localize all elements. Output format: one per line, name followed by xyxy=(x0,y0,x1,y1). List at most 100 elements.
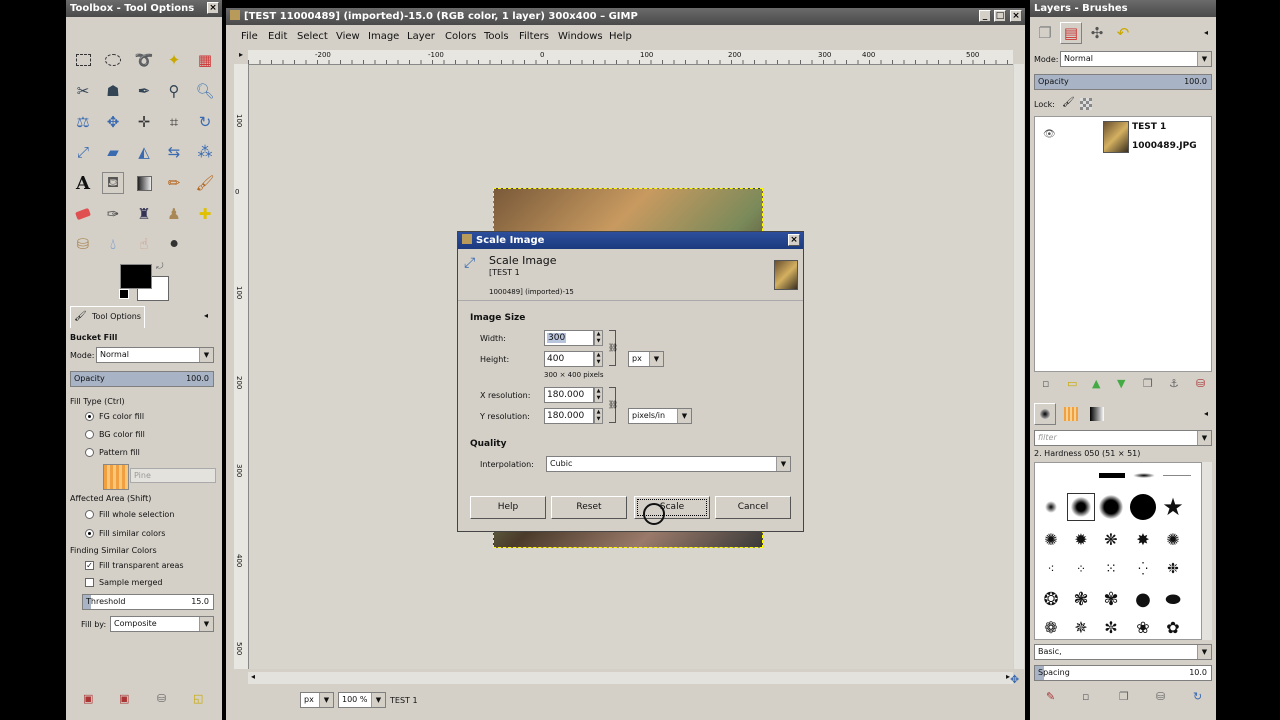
brushes-tab-icon[interactable] xyxy=(1034,403,1056,425)
unit-select[interactable]: px ▼ xyxy=(300,692,334,708)
brush-scatter-5[interactable]: ❉ xyxy=(1159,555,1187,583)
menu-image[interactable]: Image xyxy=(368,31,399,42)
vertical-ruler[interactable]: 100 0 100 200 300 400 500 xyxy=(234,64,249,669)
sample-merged-checkbox[interactable] xyxy=(85,578,94,587)
duplicate-brush-icon[interactable]: ❐ xyxy=(1119,690,1129,703)
brush-star[interactable]: ★ xyxy=(1159,493,1187,521)
ellipse-select-icon[interactable] xyxy=(102,49,124,71)
foreground-select-icon[interactable]: ☗ xyxy=(102,80,124,102)
restore-options-icon[interactable]: ▣ xyxy=(119,692,129,705)
fg-fill-radio[interactable] xyxy=(85,412,94,421)
tool-options-tab[interactable]: 🖌︎ Tool Options xyxy=(70,306,145,328)
menu-filters[interactable]: Filters xyxy=(519,31,549,42)
brush-texture-2[interactable]: ❃ xyxy=(1067,585,1095,613)
paths-icon[interactable]: ✒ xyxy=(133,80,155,102)
xres-spin-button[interactable]: ▲ ▼ xyxy=(594,387,603,403)
menu-view[interactable]: View xyxy=(336,31,360,42)
new-brush-icon[interactable]: ▫ xyxy=(1082,690,1089,703)
brush-scatter-2[interactable]: ⁘ xyxy=(1067,555,1095,583)
interpolation-select[interactable]: Cubic ▼ xyxy=(546,456,791,472)
dock-menu-icon[interactable]: ◂ xyxy=(1204,28,1208,37)
move-icon[interactable]: ✥ xyxy=(102,111,124,133)
menu-colors[interactable]: Colors xyxy=(445,31,476,42)
eraser-icon[interactable] xyxy=(72,203,94,225)
layers-tab-icon[interactable]: ❐ xyxy=(1034,22,1056,44)
brush-fuzzy-large[interactable] xyxy=(1097,493,1125,521)
delete-brush-icon[interactable]: ⛁ xyxy=(1156,690,1165,703)
brush-line-1[interactable] xyxy=(1099,473,1125,478)
minimize-button[interactable]: _ xyxy=(979,10,991,22)
clone-icon[interactable]: ♟ xyxy=(163,203,185,225)
brush-scatter-4[interactable]: ⁛ xyxy=(1129,555,1157,583)
delete-options-icon[interactable]: ⛁ xyxy=(157,692,166,705)
pattern-name-field[interactable]: Pine xyxy=(130,468,216,483)
toolbox-titlebar[interactable]: Toolbox - Tool Options × xyxy=(66,0,222,17)
res-unit-select[interactable]: pixels/in ▼ xyxy=(628,408,692,424)
brush-scatter-3[interactable]: ⁙ xyxy=(1097,555,1125,583)
text-icon[interactable]: A xyxy=(72,172,94,194)
spacing-slider[interactable]: Spacing 10.0 xyxy=(1034,665,1212,681)
menu-select[interactable]: Select xyxy=(297,31,328,42)
crop-icon[interactable]: ⌗ xyxy=(163,111,185,133)
xres-input[interactable]: 180.000 xyxy=(544,387,594,403)
ink-icon[interactable]: ♜ xyxy=(133,203,155,225)
swap-colors-icon[interactable]: ⤾ xyxy=(156,262,164,272)
ruler-corner[interactable]: ▸ xyxy=(234,50,248,64)
edit-brush-icon[interactable]: ✎ xyxy=(1046,690,1055,703)
bg-fill-radio[interactable] xyxy=(85,430,94,439)
menu-tools[interactable]: Tools xyxy=(484,31,509,42)
res-chain-link-icon[interactable]: ⛓︎ xyxy=(608,387,618,423)
refresh-brushes-icon[interactable]: ↻ xyxy=(1193,690,1202,703)
fuzzy-select-icon[interactable]: ✦ xyxy=(163,49,185,71)
yres-spin-button[interactable]: ▲ ▼ xyxy=(594,408,603,424)
brush-line-3[interactable] xyxy=(1163,475,1191,476)
layer-row[interactable]: 👁︎ TEST 1 1000489.JPG xyxy=(1035,117,1211,155)
mode-select[interactable]: Normal ▼ xyxy=(96,347,214,363)
brush-texture-4[interactable]: ● xyxy=(1129,585,1157,613)
color-select-icon[interactable]: ▦ xyxy=(194,49,216,71)
free-select-icon[interactable]: ➰ xyxy=(133,49,155,71)
toolbox-close-button[interactable]: × xyxy=(207,2,219,14)
layer-mode-select[interactable]: Normal ▼ xyxy=(1060,51,1212,67)
new-layer-icon[interactable]: ▫ xyxy=(1042,377,1049,390)
brush-splatter-4[interactable]: ✸ xyxy=(1129,525,1157,553)
measure-icon[interactable]: ⚖ xyxy=(72,111,94,133)
gradients-tab-icon[interactable] xyxy=(1086,403,1108,425)
dodge-burn-icon[interactable]: ⚫ xyxy=(163,233,185,255)
horizontal-scrollbar[interactable]: ◂ ▸ xyxy=(248,672,1013,684)
fg-color-swatch[interactable] xyxy=(120,264,152,289)
menu-windows[interactable]: Windows xyxy=(558,31,603,42)
navigate-icon[interactable]: ✥ xyxy=(1010,673,1019,686)
scale-icon[interactable]: ⤢ xyxy=(72,141,94,163)
tool-options-menu-icon[interactable]: ◂ xyxy=(204,311,208,320)
brush-splatter-2[interactable]: ✹ xyxy=(1067,525,1095,553)
brushes-menu-icon[interactable]: ◂ xyxy=(1204,409,1208,418)
height-spin-button[interactable]: ▲ ▼ xyxy=(594,351,603,367)
brush-splatter-5[interactable]: ✺ xyxy=(1159,525,1187,553)
rect-select-icon[interactable] xyxy=(72,49,94,71)
brush-splatter-3[interactable]: ❋ xyxy=(1097,525,1125,553)
help-button[interactable]: Help xyxy=(470,496,546,519)
raise-layer-icon[interactable]: ▲ xyxy=(1092,377,1100,390)
lock-alpha-icon[interactable] xyxy=(1080,98,1092,110)
fill-by-select[interactable]: Composite ▼ xyxy=(110,616,214,632)
layers-titlebar[interactable]: Layers - Brushes xyxy=(1030,0,1216,17)
brush-texture-8[interactable]: ✼ xyxy=(1097,613,1125,639)
brush-texture-6[interactable]: ❁ xyxy=(1037,613,1065,639)
layer-thumbnail[interactable] xyxy=(1103,121,1129,153)
anchor-layer-icon[interactable]: ⚓︎ xyxy=(1169,377,1179,390)
image-titlebar[interactable]: [TEST 11000489] (imported)-15.0 (RGB col… xyxy=(226,8,1025,25)
brush-filter-input[interactable]: filter ▼ xyxy=(1034,430,1212,446)
dialog-close-button[interactable]: × xyxy=(788,234,800,246)
brush-tag-input[interactable]: Basic, ▼ xyxy=(1034,644,1212,660)
yres-input[interactable]: 180.000 xyxy=(544,408,594,424)
brush-texture-9[interactable]: ❀ xyxy=(1129,613,1157,639)
shear-icon[interactable]: ▰ xyxy=(102,141,124,163)
patterns-tab-icon[interactable] xyxy=(1060,403,1082,425)
fill-whole-selection-radio[interactable] xyxy=(85,510,94,519)
flip-icon[interactable]: ⇆ xyxy=(163,141,185,163)
heal-icon[interactable]: ✚ xyxy=(194,203,216,225)
reset-button[interactable]: Reset xyxy=(551,496,627,519)
height-input[interactable]: 400 xyxy=(544,351,594,367)
menu-edit[interactable]: Edit xyxy=(268,31,287,42)
